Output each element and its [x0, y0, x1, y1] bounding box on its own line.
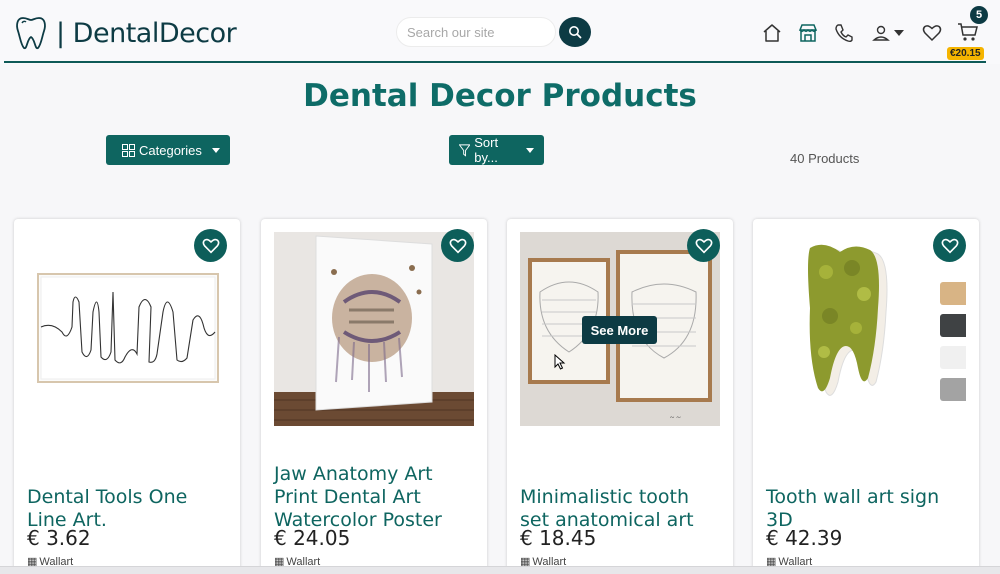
product-card[interactable]: ~ ~ See More Minimalistic tooth set anat… — [507, 219, 733, 574]
product-card[interactable]: Dental Tools One Line Art. € 3.62 ▦ Wall… — [14, 219, 240, 574]
header-divider — [4, 61, 986, 63]
color-swatch[interactable] — [940, 314, 966, 337]
chevron-down-icon — [526, 147, 534, 153]
svg-text:~ ~: ~ ~ — [670, 413, 681, 422]
tooth-logo-icon — [16, 17, 46, 50]
heart-icon[interactable] — [920, 21, 944, 45]
user-menu[interactable] — [868, 21, 908, 45]
categories-dropdown[interactable]: Categories — [106, 135, 230, 165]
home-icon[interactable] — [760, 21, 784, 45]
favorite-button[interactable] — [194, 229, 227, 262]
see-more-button[interactable]: See More — [582, 316, 657, 344]
product-card[interactable]: Tooth wall art sign 3D € 42.39 ▦ Wallart — [753, 219, 979, 574]
product-count: 40 Products — [790, 151, 860, 166]
sort-dropdown[interactable]: Sort by... — [449, 135, 544, 165]
heart-icon — [941, 238, 958, 253]
product-image[interactable]: ~ ~ See More — [520, 232, 720, 426]
product-image[interactable] — [274, 232, 474, 426]
product-title[interactable]: Jaw Anatomy Art Print Dental Art Waterco… — [274, 463, 475, 532]
product-card[interactable]: Jaw Anatomy Art Print Dental Art Waterco… — [261, 219, 487, 574]
chevron-down-icon — [212, 147, 220, 153]
heart-icon — [202, 238, 219, 253]
product-price: € 42.39 — [766, 526, 843, 550]
favorite-button[interactable] — [933, 229, 966, 262]
categories-label: Categories — [139, 142, 202, 158]
product-image[interactable] — [766, 232, 966, 426]
search-icon — [569, 26, 582, 39]
cart-button[interactable]: 5 — [956, 6, 988, 46]
horizontal-scrollbar[interactable] — [0, 566, 1000, 574]
heart-icon — [449, 238, 466, 253]
page-title: Dental Decor Products — [303, 78, 697, 114]
filter-icon — [459, 143, 471, 157]
favorite-button[interactable] — [687, 229, 720, 262]
favorite-button[interactable] — [441, 229, 474, 262]
store-icon[interactable] — [796, 21, 820, 45]
color-swatch[interactable] — [940, 282, 966, 305]
product-image[interactable] — [27, 232, 227, 426]
cart-count-badge: 5 — [970, 6, 988, 24]
product-price: € 24.05 — [274, 526, 351, 550]
site-header: | DentalDecor 5 €20.15 — [0, 0, 1000, 64]
user-icon — [872, 25, 890, 41]
phone-icon[interactable] — [832, 21, 856, 45]
product-price: € 18.45 — [520, 526, 597, 550]
mouse-cursor-icon — [554, 354, 566, 370]
grid-icon — [122, 143, 135, 157]
chevron-down-icon — [894, 30, 904, 36]
brand-name: | DentalDecor — [56, 17, 237, 49]
sort-label: Sort by... — [474, 135, 499, 165]
header-nav: 5 — [760, 6, 988, 46]
search-button[interactable] — [559, 17, 591, 47]
color-swatch[interactable] — [940, 346, 966, 369]
cart-total-badge: €20.15 — [947, 47, 984, 60]
search-input[interactable] — [396, 17, 556, 47]
color-swatches — [940, 282, 966, 401]
product-price: € 3.62 — [27, 526, 91, 550]
brand-logo[interactable]: | DentalDecor — [14, 15, 237, 51]
heart-icon — [695, 238, 712, 253]
color-swatch[interactable] — [940, 378, 966, 401]
